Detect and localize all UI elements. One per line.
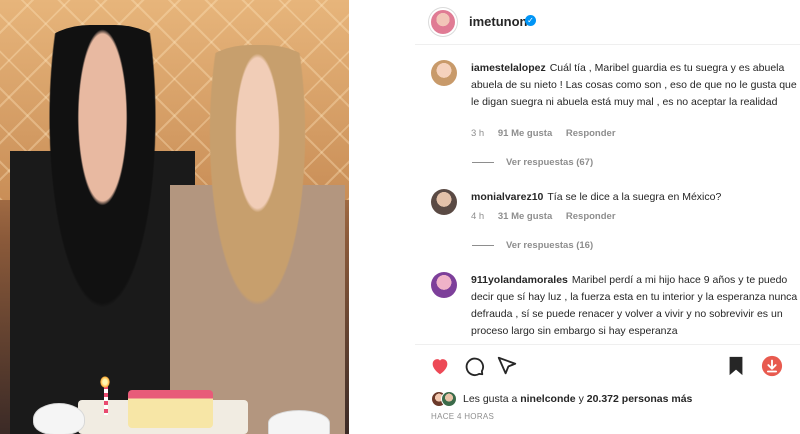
view-replies-label: Ver respuestas (67) — [506, 157, 594, 168]
post-timestamp[interactable]: HACE 4 HORAS — [431, 412, 494, 421]
comment-text: monialvarez10 Tía se le dice a la suegra … — [471, 189, 800, 206]
post-side-panel: imetunon ✓ iamestelalopez Cuál tía , Mari… — [415, 0, 800, 434]
bookmark-icon[interactable] — [725, 355, 747, 377]
comment-reply-button[interactable]: Responder — [566, 128, 616, 139]
post-action-bar — [415, 344, 800, 393]
comment-reply-button[interactable]: Responder — [566, 211, 616, 222]
post-photo[interactable] — [0, 0, 349, 434]
liker-avatar — [441, 391, 457, 407]
photo-cup-right — [268, 410, 330, 434]
comment-body: Tía se le dice a la suegra en México? — [547, 191, 722, 203]
comment-time[interactable]: 3 h — [471, 128, 484, 139]
photo-candle — [104, 385, 108, 415]
comment-icon[interactable] — [463, 355, 485, 377]
comment-item: iamestelalopez Cuál tía , Maribel guardia… — [415, 60, 800, 170]
post-author-avatar[interactable] — [431, 10, 455, 34]
post-author-username[interactable]: imetunon — [469, 14, 528, 29]
likes-user[interactable]: ninelconde — [520, 393, 575, 405]
likes-prefix: Les gusta a — [463, 393, 518, 405]
share-icon[interactable] — [496, 355, 518, 377]
comment-likes[interactable]: 91 Me gusta — [498, 128, 552, 139]
photo-cup — [33, 403, 85, 434]
photo-person-left — [10, 25, 195, 434]
comment-meta: 3 h 91 Me gusta Responder — [471, 128, 627, 139]
likes-connector: y — [578, 393, 584, 405]
comment-avatar[interactable] — [431, 60, 457, 86]
view-replies-button[interactable]: Ver respuestas (67) — [472, 157, 593, 168]
comment-username[interactable]: 911yolandamorales — [471, 274, 568, 286]
comment-item: monialvarez10 Tía se le dice a la suegra … — [415, 189, 800, 257]
comment-item: 911yolandamorales Maribel perdí a mi hijo… — [415, 272, 800, 343]
comment-text: 911yolandamorales Maribel perdí a mi hijo… — [471, 272, 800, 340]
view-replies-button[interactable]: Ver respuestas (16) — [472, 240, 593, 251]
comment-username[interactable]: monialvarez10 — [471, 191, 543, 203]
heart-icon[interactable] — [429, 355, 451, 377]
post-header: imetunon ✓ — [415, 0, 800, 45]
likes-summary[interactable]: Les gusta a ninelconde y 20.372 personas… — [431, 390, 800, 410]
view-replies-label: Ver respuestas (16) — [506, 240, 594, 251]
download-icon[interactable] — [761, 355, 783, 377]
likes-text: Les gusta a ninelconde y 20.372 personas… — [463, 393, 692, 405]
comment-avatar[interactable] — [431, 189, 457, 215]
comment-likes[interactable]: 31 Me gusta — [498, 211, 552, 222]
comment-avatar[interactable] — [431, 272, 457, 298]
photo-cake — [128, 390, 213, 428]
photo-candle-flame — [100, 376, 110, 388]
replies-divider-line — [472, 161, 494, 163]
comment-time[interactable]: 4 h — [471, 211, 484, 222]
comment-text: iamestelalopez Cuál tía , Maribel guardia… — [471, 60, 800, 111]
comment-username[interactable]: iamestelalopez — [471, 62, 546, 74]
photo-person-right — [170, 45, 345, 434]
verified-badge-icon: ✓ — [525, 15, 536, 26]
likes-count[interactable]: 20.372 personas más — [587, 393, 693, 405]
replies-divider-line — [472, 244, 494, 246]
comment-meta: 4 h 31 Me gusta Responder — [471, 211, 627, 222]
